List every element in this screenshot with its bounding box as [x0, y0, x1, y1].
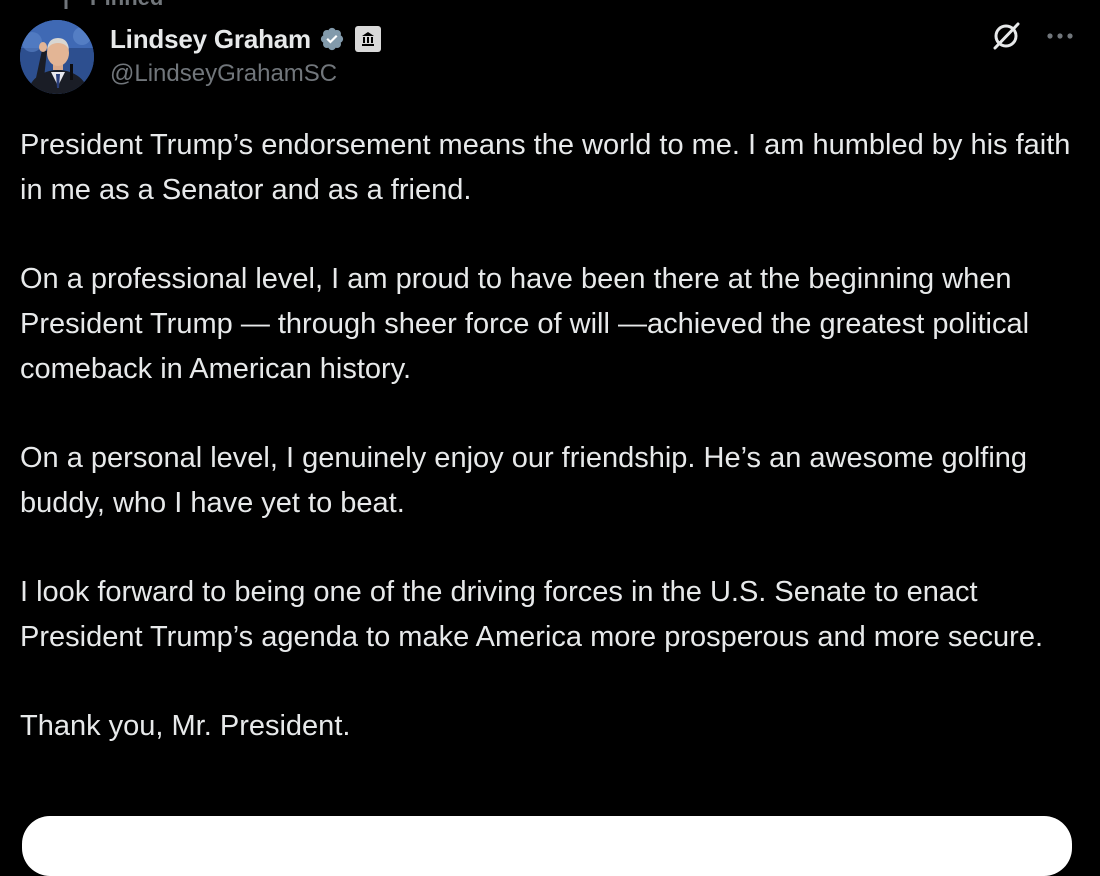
- tweet-paragraph: On a professional level, I am proud to h…: [20, 263, 1030, 385]
- tweet-paragraph: On a personal level, I genuinely enjoy o…: [20, 442, 1028, 519]
- tweet-text: President Trump’s endorsement means the …: [20, 123, 1080, 749]
- display-name[interactable]: Lindsey Graham: [110, 24, 311, 55]
- more-icon[interactable]: [1046, 32, 1074, 40]
- verified-badge-icon[interactable]: [319, 26, 345, 52]
- government-building-icon[interactable]: [354, 26, 381, 52]
- pinned-label: Pinned: [90, 0, 163, 11]
- pinned-indicator: Pinned: [56, 0, 163, 10]
- tweet-paragraph: President Trump’s endorsement means the …: [20, 129, 1071, 206]
- grok-icon[interactable]: [990, 20, 1022, 52]
- pin-icon: [56, 0, 76, 9]
- avatar-photo: [20, 20, 94, 94]
- name-row: Lindsey Graham: [110, 22, 1080, 56]
- user-handle[interactable]: @LindseyGrahamSC: [110, 60, 1080, 88]
- tweet-paragraph: Thank you, Mr. President.: [20, 710, 351, 742]
- tweet-top-actions: [990, 20, 1074, 52]
- tweet-header: Lindsey Graham @LindseyGrahamSC: [110, 22, 1080, 88]
- tweet-paragraph: I look forward to being one of the drivi…: [20, 576, 1044, 653]
- embedded-card[interactable]: [22, 816, 1072, 876]
- avatar[interactable]: [20, 20, 94, 94]
